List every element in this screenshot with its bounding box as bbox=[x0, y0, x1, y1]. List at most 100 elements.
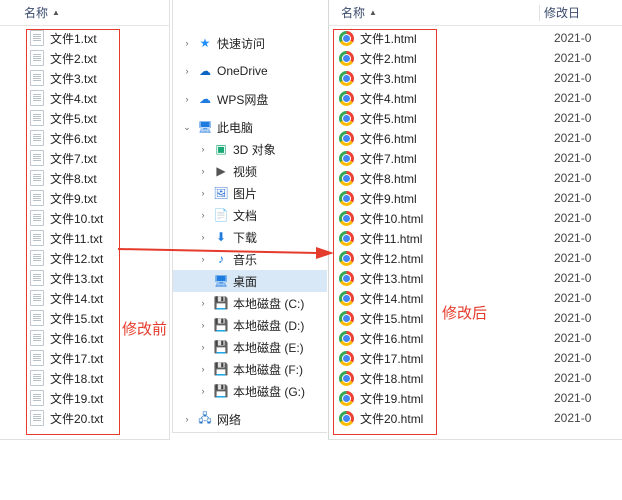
col-date-header[interactable]: 修改日 bbox=[540, 0, 622, 25]
nav-wps[interactable]: ›☁WPS网盘 bbox=[173, 88, 327, 110]
file-row[interactable]: 文件4.html2021-0 bbox=[329, 88, 622, 108]
file-row[interactable]: 文件9.txt bbox=[0, 188, 169, 208]
chevron-right-icon[interactable]: › bbox=[197, 188, 209, 198]
chevron-right-icon[interactable]: › bbox=[197, 144, 209, 154]
nav-disk-d[interactable]: ›💾本地磁盘 (D:) bbox=[173, 314, 327, 336]
file-date: 2021-0 bbox=[554, 151, 591, 165]
nav-onedrive[interactable]: ›☁OneDrive bbox=[173, 60, 327, 82]
file-row[interactable]: 文件5.txt bbox=[0, 108, 169, 128]
txt-file-icon bbox=[30, 190, 44, 206]
file-row[interactable]: 文件13.txt bbox=[0, 268, 169, 288]
file-row[interactable]: 文件2.txt bbox=[0, 48, 169, 68]
chevron-right-icon[interactable]: › bbox=[181, 414, 193, 424]
chevron-right-icon[interactable]: › bbox=[197, 298, 209, 308]
file-row[interactable]: 文件8.html2021-0 bbox=[329, 168, 622, 188]
chevron-right-icon[interactable]: › bbox=[181, 38, 193, 48]
nav-3d[interactable]: ›▣3D 对象 bbox=[173, 138, 327, 160]
file-name: 文件19.txt bbox=[50, 390, 103, 407]
nav-disk-c[interactable]: ›💾本地磁盘 (C:) bbox=[173, 292, 327, 314]
file-row[interactable]: 文件14.txt bbox=[0, 288, 169, 308]
file-row[interactable]: 文件6.txt bbox=[0, 128, 169, 148]
nav-disk-g[interactable]: ›💾本地磁盘 (G:) bbox=[173, 380, 327, 402]
right-panel: 名称 ▲ 修改日 文件1.html2021-0文件2.html2021-0文件3… bbox=[328, 0, 622, 440]
file-name: 文件9.txt bbox=[50, 190, 97, 207]
chrome-icon bbox=[339, 251, 354, 266]
file-row[interactable]: 文件3.html2021-0 bbox=[329, 68, 622, 88]
file-row[interactable]: 文件16.html2021-0 bbox=[329, 328, 622, 348]
file-row[interactable]: 文件20.txt bbox=[0, 408, 169, 428]
nav-this-pc[interactable]: ⌄🖥此电脑 bbox=[173, 116, 327, 138]
nav-desktop[interactable]: 🖥桌面 bbox=[173, 270, 327, 292]
file-row[interactable]: 文件17.html2021-0 bbox=[329, 348, 622, 368]
nav-label: 下载 bbox=[233, 229, 257, 246]
file-row[interactable]: 文件8.txt bbox=[0, 168, 169, 188]
txt-file-icon bbox=[30, 130, 44, 146]
nav-network-icon: 🖧 bbox=[197, 411, 213, 427]
txt-file-icon bbox=[30, 90, 44, 106]
file-row[interactable]: 文件3.txt bbox=[0, 68, 169, 88]
file-row[interactable]: 文件2.html2021-0 bbox=[329, 48, 622, 68]
chevron-right-icon[interactable]: › bbox=[181, 94, 193, 104]
file-name: 文件7.txt bbox=[50, 150, 97, 167]
file-row[interactable]: 文件5.html2021-0 bbox=[329, 108, 622, 128]
file-row[interactable]: 文件18.html2021-0 bbox=[329, 368, 622, 388]
nav-disk-g-icon: 💾 bbox=[213, 383, 229, 399]
nav-disk-e[interactable]: ›💾本地磁盘 (E:) bbox=[173, 336, 327, 358]
file-row[interactable]: 文件11.html2021-0 bbox=[329, 228, 622, 248]
file-date: 2021-0 bbox=[554, 191, 591, 205]
file-date: 2021-0 bbox=[554, 51, 591, 65]
nav-disk-f[interactable]: ›💾本地磁盘 (F:) bbox=[173, 358, 327, 380]
nav-label: 文档 bbox=[233, 207, 257, 224]
chevron-right-icon[interactable]: › bbox=[197, 232, 209, 242]
file-date: 2021-0 bbox=[554, 131, 591, 145]
nav-quick-access[interactable]: ›★快速访问 bbox=[173, 32, 327, 54]
file-row[interactable]: 文件1.txt bbox=[0, 28, 169, 48]
file-name: 文件2.txt bbox=[50, 50, 97, 67]
chevron-right-icon[interactable]: › bbox=[197, 364, 209, 374]
file-name: 文件6.txt bbox=[50, 130, 97, 147]
file-date: 2021-0 bbox=[554, 111, 591, 125]
file-row[interactable]: 文件12.txt bbox=[0, 248, 169, 268]
file-row[interactable]: 文件4.txt bbox=[0, 88, 169, 108]
col-name-header[interactable]: 名称 ▲ bbox=[329, 0, 539, 25]
file-row[interactable]: 文件20.html2021-0 bbox=[329, 408, 622, 428]
nav-label: 视频 bbox=[233, 163, 257, 180]
file-row[interactable]: 文件7.html2021-0 bbox=[329, 148, 622, 168]
file-row[interactable]: 文件10.txt bbox=[0, 208, 169, 228]
chevron-right-icon[interactable]: › bbox=[197, 166, 209, 176]
txt-file-icon bbox=[30, 210, 44, 226]
txt-file-icon bbox=[30, 250, 44, 266]
nav-video[interactable]: ›▶视频 bbox=[173, 160, 327, 182]
nav-downloads[interactable]: ›⬇下载 bbox=[173, 226, 327, 248]
chevron-right-icon[interactable]: › bbox=[197, 254, 209, 264]
file-name: 文件17.html bbox=[360, 350, 548, 367]
chevron-right-icon[interactable]: › bbox=[197, 320, 209, 330]
nav-docs[interactable]: ›📄文档 bbox=[173, 204, 327, 226]
chevron-right-icon[interactable]: › bbox=[197, 342, 209, 352]
file-row[interactable]: 文件18.txt bbox=[0, 368, 169, 388]
chevron-right-icon[interactable]: › bbox=[197, 386, 209, 396]
file-row[interactable]: 文件10.html2021-0 bbox=[329, 208, 622, 228]
nav-pictures[interactable]: ›🖼图片 bbox=[173, 182, 327, 204]
txt-file-icon bbox=[30, 310, 44, 326]
file-row[interactable]: 文件9.html2021-0 bbox=[329, 188, 622, 208]
file-row[interactable]: 文件1.html2021-0 bbox=[329, 28, 622, 48]
chevron-down-icon[interactable]: ⌄ bbox=[181, 122, 193, 133]
file-row[interactable]: 文件17.txt bbox=[0, 348, 169, 368]
file-row[interactable]: 文件7.txt bbox=[0, 148, 169, 168]
file-row[interactable]: 文件11.txt bbox=[0, 228, 169, 248]
file-row[interactable]: 文件13.html2021-0 bbox=[329, 268, 622, 288]
chevron-right-icon[interactable]: › bbox=[181, 66, 193, 76]
file-date: 2021-0 bbox=[554, 371, 591, 385]
txt-file-icon bbox=[30, 110, 44, 126]
nav-label: 本地磁盘 (D:) bbox=[233, 317, 304, 334]
chevron-right-icon[interactable]: › bbox=[197, 210, 209, 220]
left-column-header[interactable]: 名称 ▲ bbox=[0, 0, 169, 26]
nav-music[interactable]: ›♪音乐 bbox=[173, 248, 327, 270]
col-name-label: 名称 bbox=[341, 4, 365, 21]
nav-network[interactable]: ›🖧网络 bbox=[173, 408, 327, 430]
file-row[interactable]: 文件12.html2021-0 bbox=[329, 248, 622, 268]
file-row[interactable]: 文件19.txt bbox=[0, 388, 169, 408]
file-row[interactable]: 文件6.html2021-0 bbox=[329, 128, 622, 148]
file-row[interactable]: 文件19.html2021-0 bbox=[329, 388, 622, 408]
